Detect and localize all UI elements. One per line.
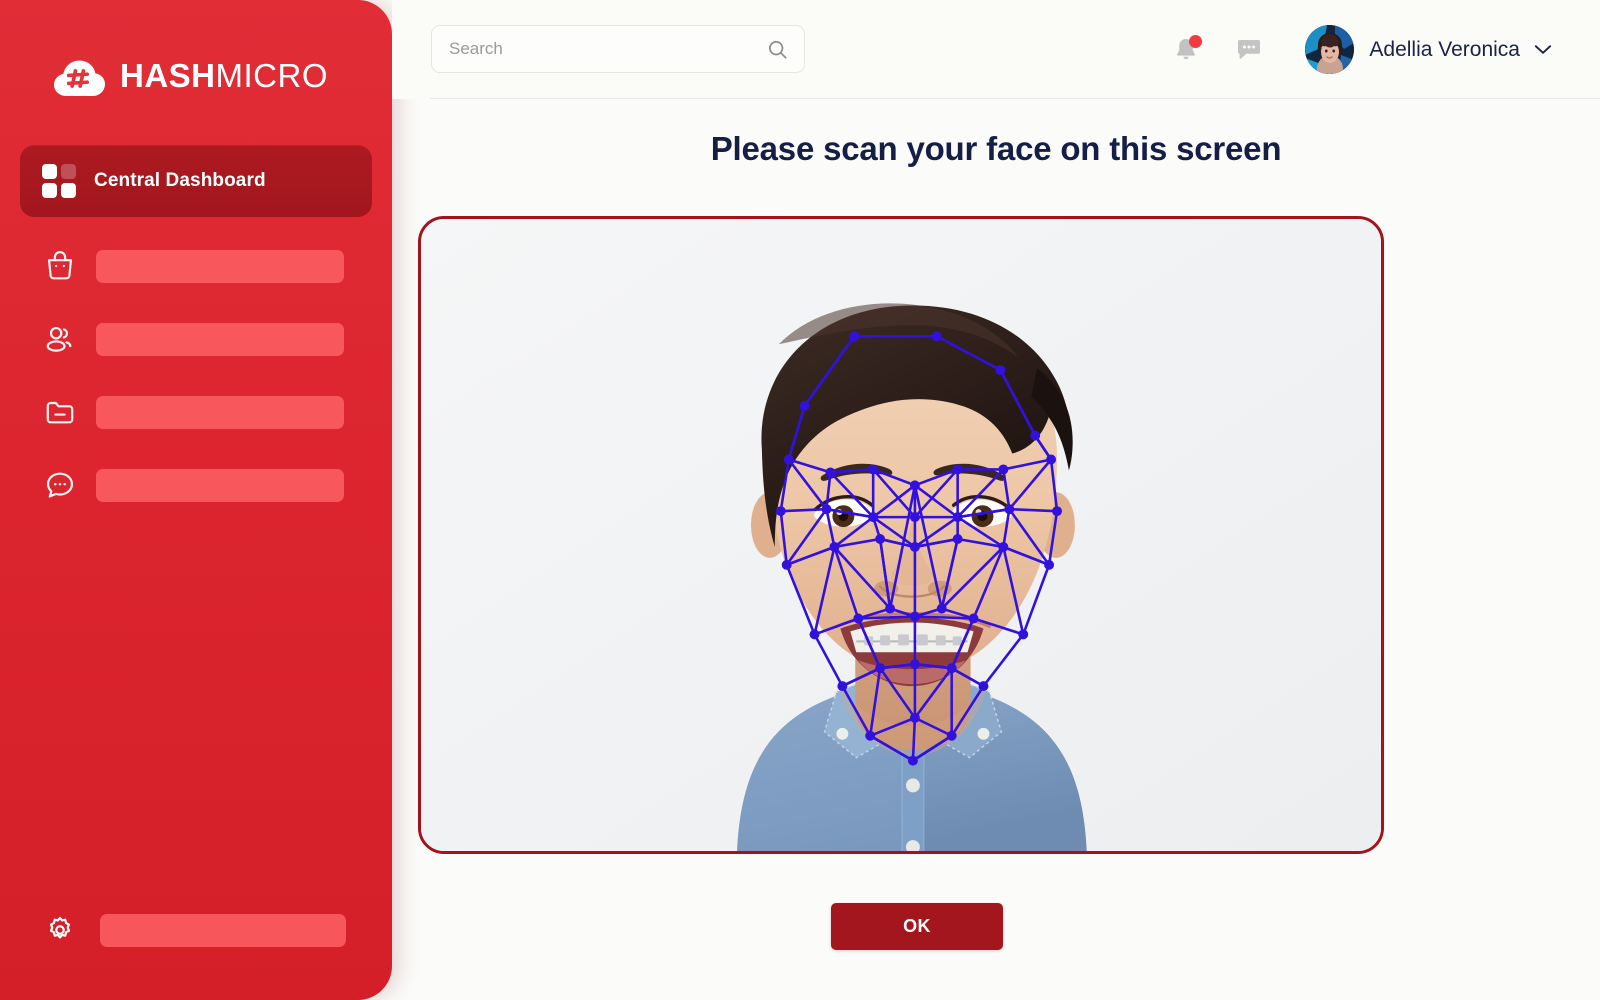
- sidebar-item-placeholder-2: [96, 322, 344, 356]
- users-group-icon: [46, 326, 72, 352]
- sidebar-item-placeholder-3: [96, 395, 344, 429]
- sidebar-item-settings[interactable]: [42, 912, 346, 948]
- sidebar-item-placeholder-1: [96, 249, 344, 283]
- brand-logo-block[interactable]: HASHMICRO: [52, 52, 328, 100]
- avatar: [1305, 25, 1355, 74]
- camera-preview-frame: [418, 216, 1384, 854]
- app-root: HASHMICRO Central Dashboard Search Adell…: [0, 0, 1600, 1000]
- sidebar-item-placeholder-4: [96, 468, 344, 502]
- folder-minus-icon: [46, 401, 74, 424]
- user-menu[interactable]: Adellia Veronica: [1305, 25, 1552, 74]
- brand-name-bold: HASH: [120, 57, 216, 94]
- search-box[interactable]: [431, 25, 805, 73]
- user-name: Adellia Veronica: [1369, 37, 1520, 61]
- face-scan-photo: [421, 219, 1381, 851]
- search-input[interactable]: [449, 39, 767, 59]
- sidebar-item-1[interactable]: [20, 242, 372, 290]
- sidebar-item-4[interactable]: [20, 461, 372, 509]
- sidebar-item-3[interactable]: [20, 388, 372, 436]
- brand-name-light: MICRO: [215, 57, 329, 94]
- sidebar-item-2[interactable]: [20, 315, 372, 363]
- sidebar: HASHMICRO Central Dashboard: [0, 0, 392, 1000]
- ok-button[interactable]: OK: [831, 903, 1003, 950]
- chevron-down-icon[interactable]: [1534, 44, 1552, 55]
- cloud-hash-logo-icon: [54, 60, 105, 96]
- gear-settings-icon: [49, 916, 71, 939]
- header-actions: Adellia Veronica: [1173, 0, 1552, 99]
- sidebar-nav: Central Dashboard: [20, 145, 372, 509]
- avatar-image: [1305, 25, 1355, 74]
- search-icon[interactable]: [767, 39, 788, 60]
- brand-name: HASHMICRO: [120, 57, 328, 95]
- notifications-button[interactable]: [1173, 34, 1203, 64]
- chat-bubble-icon[interactable]: [1235, 38, 1263, 62]
- chat-bubble-dots-icon: [46, 472, 74, 498]
- sidebar-item-placeholder-settings: [100, 913, 346, 947]
- shopping-bag-icon: [47, 251, 73, 280]
- notification-badge: [1189, 34, 1203, 48]
- page-title: Please scan your face on this screen: [710, 130, 1282, 167]
- top-header: Adellia Veronica: [392, 0, 1600, 99]
- sidebar-item-label-central-dashboard: Central Dashboard: [94, 170, 266, 191]
- grid-dashboard-icon: [42, 164, 76, 198]
- sidebar-item-central-dashboard[interactable]: Central Dashboard: [20, 145, 372, 217]
